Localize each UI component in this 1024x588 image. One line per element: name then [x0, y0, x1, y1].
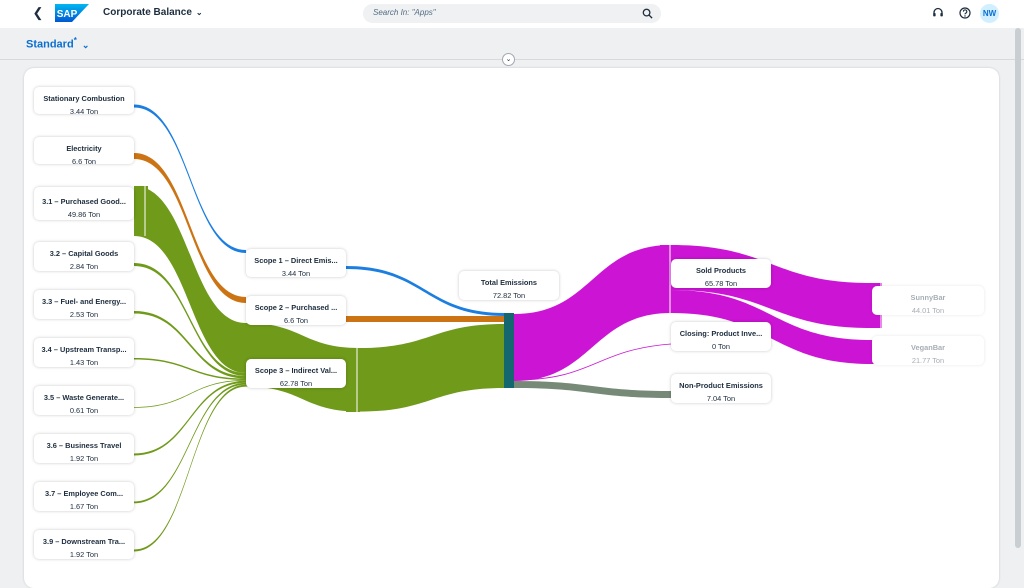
variant-modified-marker: *: [73, 36, 77, 45]
sankey-node-bar-c31: [134, 186, 148, 236]
node-label: 3.7 – Employee Com...: [44, 489, 124, 498]
search-icon[interactable]: [642, 8, 653, 19]
sankey-flow-c37-to-scope3[interactable]: [134, 382, 246, 504]
node-label: 3.4 – Upstream Transp...: [41, 345, 127, 354]
vertical-scrollbar[interactable]: [1015, 28, 1021, 548]
node-label: Total Emissions: [480, 278, 538, 287]
node-value: 6.6 Ton: [283, 316, 309, 325]
node-value: 2.84 Ton: [69, 262, 99, 271]
node-label: 3.9 – Downstream Tra...: [42, 537, 126, 546]
node-value: 1.92 Ton: [69, 550, 99, 559]
node-value: 6.6 Ton: [71, 157, 97, 166]
help-icon[interactable]: [959, 7, 971, 19]
node-label: Non-Product Emissions: [679, 381, 763, 390]
node-label: Closing: Product Inve...: [679, 329, 763, 338]
back-button[interactable]: ❮: [30, 5, 46, 21]
sankey-node-nonprod[interactable]: Non-Product Emissions 7.04 Ton: [671, 374, 771, 403]
node-value: 65.78 Ton: [704, 279, 738, 288]
chevron-down-icon: ⌄: [195, 8, 203, 17]
node-value: 3.44 Ton: [69, 107, 99, 116]
sap-logo[interactable]: SAP: [55, 4, 89, 22]
sankey-node-scope3[interactable]: Scope 3 – Indirect Val... 62.78 Ton: [246, 359, 346, 388]
variant-name: Standard: [26, 38, 74, 51]
node-value: 1.92 Ton: [69, 454, 99, 463]
node-value: 21.77 Ton: [911, 356, 945, 365]
chevron-left-icon: ❮: [32, 5, 44, 20]
sap-logo-text: SAP: [57, 9, 78, 20]
sankey-node-closing[interactable]: Closing: Product Inve... 0 Ton: [671, 322, 771, 351]
sankey-node-c36[interactable]: 3.6 – Business Travel 1.92 Ton: [34, 434, 134, 463]
search-field[interactable]: Search In: "Apps": [363, 4, 661, 23]
chevron-down-icon: ⌄: [81, 39, 90, 50]
sankey-node-c32[interactable]: 3.2 – Capital Goods 2.84 Ton: [34, 242, 134, 271]
node-label: VeganBar: [910, 343, 946, 352]
sankey-card: Stationary Combustion 3.44 Ton Electricity…: [24, 68, 999, 588]
sankey-flow-scope2-to-total[interactable]: [346, 316, 504, 322]
sankey-node-sunnybar[interactable]: SunnyBar 44.01 Ton: [872, 286, 984, 315]
sankey-node-c35[interactable]: 3.5 – Waste Generate... 0.61 Ton: [34, 386, 134, 415]
node-label: Scope 2 – Purchased ...: [254, 303, 338, 312]
node-value: 2.53 Ton: [69, 310, 99, 319]
sankey-node-bar-total: [504, 313, 514, 388]
sankey-node-c33[interactable]: 3.3 – Fuel- and Energy... 2.53 Ton: [34, 290, 134, 319]
sankey-node-stationary[interactable]: Stationary Combustion 3.44 Ton: [34, 87, 134, 116]
node-value: 49.86 Ton: [67, 210, 101, 219]
node-value: 3.44 Ton: [281, 269, 311, 278]
node-value: 1.67 Ton: [69, 502, 99, 511]
node-label: 3.5 – Waste Generate...: [43, 393, 125, 402]
node-label: Scope 1 – Direct Emis...: [254, 256, 338, 265]
variant-selector[interactable]: Standard* ⌄: [26, 36, 89, 51]
node-value: 72.82 Ton: [492, 291, 526, 300]
sankey-flow-scope3-to-total[interactable]: [359, 324, 504, 412]
sankey-flow-c39-to-scope3[interactable]: [134, 384, 246, 552]
node-value: 44.01 Ton: [911, 306, 945, 315]
node-label: 3.2 – Capital Goods: [49, 249, 119, 258]
sankey-node-scope1[interactable]: Scope 1 – Direct Emis... 3.44 Ton: [246, 249, 346, 278]
sankey-node-bar-scope3-in: [346, 348, 360, 412]
search-placeholder: Search In: "Apps": [373, 8, 436, 17]
collapse-header-button[interactable]: ⌄: [502, 53, 515, 66]
sankey-node-total[interactable]: Total Emissions 72.82 Ton: [459, 271, 559, 300]
app-title-menu[interactable]: Corporate Balance ⌄: [103, 7, 203, 18]
node-value: 0 Ton: [712, 342, 730, 351]
node-label: Electricity: [66, 144, 102, 153]
sankey-node-electricity[interactable]: Electricity 6.6 Ton: [34, 137, 134, 166]
shell-bar: ❮ SAP Corporate Balance ⌄ Search In: "App…: [0, 0, 1024, 28]
sankey-node-c34[interactable]: 3.4 – Upstream Transp... 1.43 Ton: [34, 338, 134, 367]
sankey-node-sold[interactable]: Sold Products 65.78 Ton: [671, 259, 771, 288]
node-value: 7.04 Ton: [706, 394, 736, 403]
node-label: 3.3 – Fuel- and Energy...: [41, 297, 127, 306]
headset-icon[interactable]: [932, 7, 944, 19]
node-value: 1.43 Ton: [69, 358, 99, 367]
sankey-node-bar-sold: [660, 245, 671, 313]
node-value: 62.78 Ton: [279, 379, 313, 388]
node-label: 3.1 – Purchased Good...: [42, 197, 126, 206]
node-label: Stationary Combustion: [43, 94, 125, 103]
node-value: 0.61 Ton: [69, 406, 99, 415]
chevron-down-icon: ⌄: [505, 56, 512, 63]
app-title: Corporate Balance: [103, 7, 192, 18]
sankey-node-c39[interactable]: 3.9 – Downstream Tra... 1.92 Ton: [34, 530, 134, 559]
sankey-node-scope2[interactable]: Scope 2 – Purchased ... 6.6 Ton: [246, 296, 346, 325]
node-label: Scope 3 – Indirect Val...: [254, 366, 338, 375]
user-avatar[interactable]: NW: [980, 4, 999, 23]
sankey-chart: [134, 104, 882, 552]
node-label: Sold Products: [695, 266, 747, 275]
sankey-flow-total-to-sold[interactable]: [514, 245, 671, 381]
sankey-flow-total-to-nonprod[interactable]: [514, 381, 671, 398]
sankey-node-c37[interactable]: 3.7 – Employee Com... 1.67 Ton: [34, 482, 134, 511]
sankey-node-c31[interactable]: 3.1 – Purchased Good... 49.86 Ton: [34, 187, 134, 220]
sankey-node-veganbar[interactable]: VeganBar 21.77 Ton: [872, 336, 984, 365]
node-label: SunnyBar: [910, 293, 946, 302]
node-label: 3.6 – Business Travel: [46, 441, 122, 450]
